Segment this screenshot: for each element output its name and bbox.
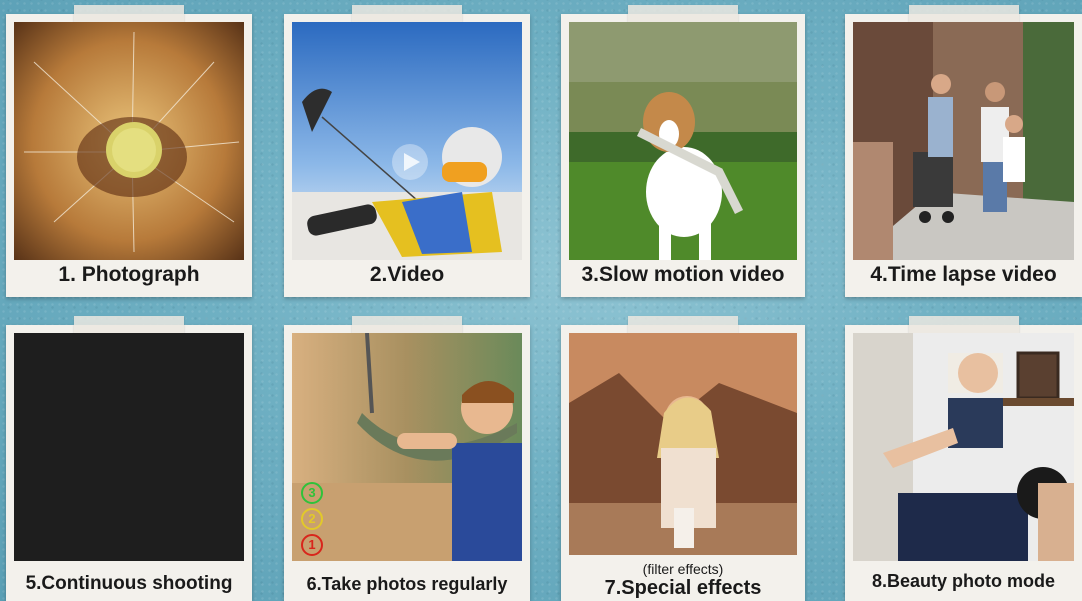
card-video[interactable]: 2.Video (284, 5, 530, 297)
caption: 3.Slow motion video (581, 263, 785, 286)
caption: 7.Special effects (604, 577, 762, 599)
woman-filter-icon (569, 333, 797, 555)
dog-running-icon (569, 22, 797, 260)
caption: 8.Beauty photo mode (871, 571, 1055, 591)
dandelion-photo-icon (14, 22, 244, 260)
caption: 6.Take photos regularly (306, 574, 508, 594)
snowkite-video-icon (292, 22, 522, 260)
card-slow-motion[interactable]: 3.Slow motion video (561, 5, 805, 297)
timer-3-icon: 3 (301, 482, 323, 504)
card-take-photos-regularly[interactable]: 3 2 1 6.Take photos regularly (284, 316, 530, 601)
subcaption: (filter effects) (642, 561, 724, 577)
caption-block: (filter effects) 7.Special effects (561, 562, 805, 601)
timer-2-icon: 2 (301, 508, 323, 530)
black-frame-icon (14, 333, 244, 561)
card-time-lapse[interactable]: 4.Time lapse video (845, 5, 1082, 297)
card-continuous[interactable]: 5.Continuous shooting (6, 316, 252, 601)
caption: 5.Continuous shooting (25, 573, 233, 594)
caption: 4.Time lapse video (870, 263, 1057, 286)
boy-on-swing-icon (292, 333, 522, 561)
caption: 1. Photograph (58, 263, 200, 286)
card-special-effects[interactable]: (filter effects) 7.Special effects (561, 316, 805, 601)
caption: 2.Video (369, 263, 445, 286)
card-photograph[interactable]: 1. Photograph (6, 5, 252, 297)
father-baby-icon (853, 333, 1074, 561)
family-walking-icon (853, 22, 1074, 260)
countdown-timer: 3 2 1 (301, 482, 323, 556)
card-beauty-mode[interactable]: 8.Beauty photo mode (845, 316, 1082, 601)
timer-1-icon: 1 (301, 534, 323, 556)
